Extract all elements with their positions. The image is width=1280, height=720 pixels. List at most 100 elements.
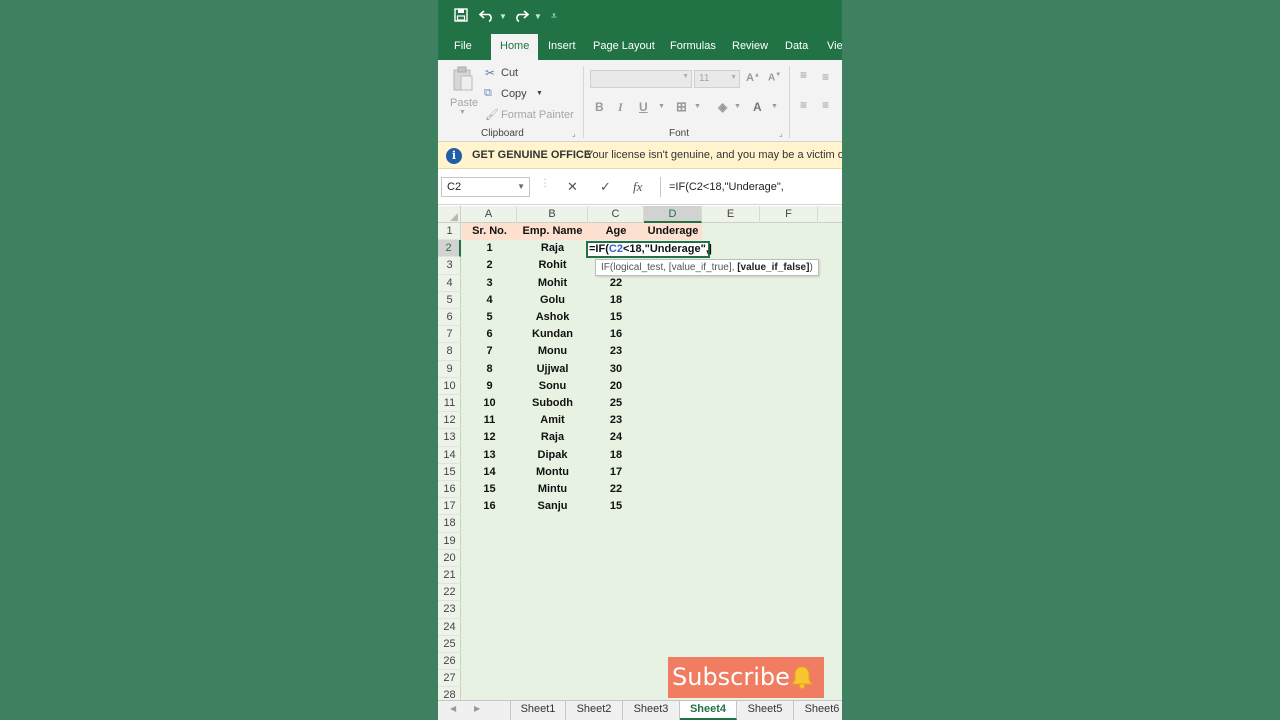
table-cell[interactable]: 15 xyxy=(588,309,644,326)
cut-icon[interactable]: ✂ xyxy=(485,66,495,80)
table-cell[interactable]: 3 xyxy=(462,275,517,292)
paste-dropdown-icon[interactable]: ▼ xyxy=(459,109,466,116)
table-cell[interactable]: Ashok xyxy=(517,309,588,326)
tab-formulas[interactable]: Formulas xyxy=(670,34,716,60)
tab-review[interactable]: Review xyxy=(732,34,768,60)
subscribe-overlay[interactable]: Subscribe xyxy=(668,657,824,698)
row-header[interactable]: 15 xyxy=(438,464,461,481)
table-cell[interactable]: 16 xyxy=(588,326,644,343)
row-header[interactable]: 8 xyxy=(438,343,461,361)
clipboard-launcher-icon[interactable]: ⌟ xyxy=(572,129,576,138)
table-cell[interactable]: Sonu xyxy=(517,378,588,395)
font-name-dropdown[interactable]: ▼ xyxy=(590,70,692,88)
bold-icon[interactable]: B xyxy=(595,100,604,114)
tab-insert[interactable]: Insert xyxy=(548,34,576,60)
save-icon[interactable] xyxy=(452,7,470,27)
insert-function-icon[interactable]: fx xyxy=(633,179,642,195)
row-header[interactable]: 11 xyxy=(438,395,461,413)
table-cell[interactable]: 24 xyxy=(588,429,644,446)
table-cell[interactable]: 20 xyxy=(588,378,644,395)
table-cell[interactable]: 15 xyxy=(462,481,517,498)
table-cell[interactable]: 5 xyxy=(462,309,517,326)
table-cell[interactable]: 18 xyxy=(588,292,644,309)
sheet-tab-sheet4[interactable]: Sheet4 xyxy=(680,701,737,720)
paste-icon[interactable] xyxy=(452,66,474,92)
font-launcher-icon[interactable]: ⌟ xyxy=(779,129,783,138)
italic-icon[interactable]: I xyxy=(618,100,623,115)
table-cell[interactable]: Montu xyxy=(517,464,588,481)
table-cell[interactable]: 1 xyxy=(462,240,517,257)
table-cell[interactable]: Kundan xyxy=(517,326,588,343)
format-painter-button[interactable]: Format Painter xyxy=(501,109,574,121)
align-left-icon[interactable]: ≡ xyxy=(800,98,807,112)
table-cell[interactable]: Dipak xyxy=(517,447,588,464)
table-cell[interactable]: 2 xyxy=(462,257,517,274)
sheet-tab-sheet3[interactable]: Sheet3 xyxy=(623,701,680,720)
row-header[interactable]: 21 xyxy=(438,567,461,585)
undo-icon[interactable] xyxy=(478,7,496,27)
row-header[interactable]: 1 xyxy=(438,223,461,241)
sheet-tab-sheet2[interactable]: Sheet2 xyxy=(566,701,623,720)
table-cell[interactable]: 22 xyxy=(588,481,644,498)
table-cell[interactable]: 23 xyxy=(588,343,644,360)
row-header[interactable]: 27 xyxy=(438,670,461,688)
row-header[interactable]: 12 xyxy=(438,412,461,430)
table-cell[interactable]: Rohit xyxy=(517,257,588,274)
row-header[interactable]: 4 xyxy=(438,275,461,292)
worksheet-grid[interactable]: A B C D E F 1 2 3 4 5 6 7 8 9 10 11 12 1… xyxy=(438,206,842,700)
row-header[interactable]: 9 xyxy=(438,361,461,378)
borders-icon[interactable]: ⊞ xyxy=(676,99,687,115)
redo-icon[interactable] xyxy=(512,7,530,27)
decrease-font-icon[interactable]: A▼ xyxy=(768,72,781,83)
table-cell[interactable]: 14 xyxy=(462,464,517,481)
table-cell[interactable]: Ujjwal xyxy=(517,361,588,378)
row-header[interactable]: 7 xyxy=(438,326,461,344)
sheet-tab-sheet5[interactable]: Sheet5 xyxy=(737,701,794,720)
font-color-dropdown-icon[interactable]: ▼ xyxy=(771,103,778,110)
header-cell-age[interactable]: Age xyxy=(588,223,644,240)
name-box-dropdown-icon[interactable]: ▼ xyxy=(517,178,525,196)
underline-dropdown-icon[interactable]: ▼ xyxy=(658,103,665,110)
row-header[interactable]: 13 xyxy=(438,429,461,447)
row-header[interactable]: 24 xyxy=(438,619,461,636)
table-cell[interactable]: 18 xyxy=(588,447,644,464)
tab-view[interactable]: Vie xyxy=(827,34,842,60)
column-header-f[interactable]: F xyxy=(760,206,818,223)
row-header[interactable]: 23 xyxy=(438,601,461,619)
align-center-icon[interactable]: ≡ xyxy=(822,98,829,112)
font-size-dropdown[interactable]: 11 ▼ xyxy=(694,70,740,88)
row-header[interactable]: 26 xyxy=(438,653,461,671)
row-header[interactable]: 2 xyxy=(438,240,461,258)
cancel-icon[interactable]: ✕ xyxy=(567,179,578,195)
table-cell[interactable]: Monu xyxy=(517,343,588,360)
table-cell[interactable]: Subodh xyxy=(517,395,588,412)
table-cell[interactable]: Raja xyxy=(517,240,588,257)
table-cell[interactable]: 9 xyxy=(462,378,517,395)
enter-icon[interactable]: ✓ xyxy=(600,179,611,195)
column-header-e[interactable]: E xyxy=(702,206,760,223)
copy-icon[interactable]: ⧉ xyxy=(484,87,492,100)
fill-color-icon[interactable]: ◈ xyxy=(718,100,727,114)
table-cell[interactable]: 11 xyxy=(462,412,517,429)
header-cell-underage[interactable]: Underage xyxy=(644,223,702,240)
tab-home[interactable]: Home xyxy=(491,34,539,60)
table-cell[interactable]: Sanju xyxy=(517,498,588,515)
undo-dropdown-icon[interactable]: ▼ xyxy=(499,9,507,25)
table-cell[interactable]: 30 xyxy=(588,361,644,378)
table-cell[interactable]: 4 xyxy=(462,292,517,309)
table-cell[interactable]: 16 xyxy=(462,498,517,515)
prev-sheet-icon[interactable]: ◀ xyxy=(450,704,456,713)
function-tooltip[interactable]: IF(logical_test, [value_if_true], [value… xyxy=(595,259,819,276)
table-cell[interactable]: 13 xyxy=(462,447,517,464)
row-header[interactable]: 18 xyxy=(438,515,461,533)
tab-file[interactable]: File xyxy=(454,34,472,60)
row-header[interactable]: 25 xyxy=(438,636,461,653)
column-header-c[interactable]: C xyxy=(588,206,644,223)
table-cell[interactable]: Mintu xyxy=(517,481,588,498)
table-cell[interactable]: Golu xyxy=(517,292,588,309)
next-sheet-icon[interactable]: ▶ xyxy=(474,704,480,713)
table-cell[interactable]: 17 xyxy=(588,464,644,481)
tab-page-layout[interactable]: Page Layout xyxy=(593,34,655,60)
font-color-icon[interactable]: A xyxy=(753,100,762,114)
table-cell[interactable]: Mohit xyxy=(517,275,588,292)
